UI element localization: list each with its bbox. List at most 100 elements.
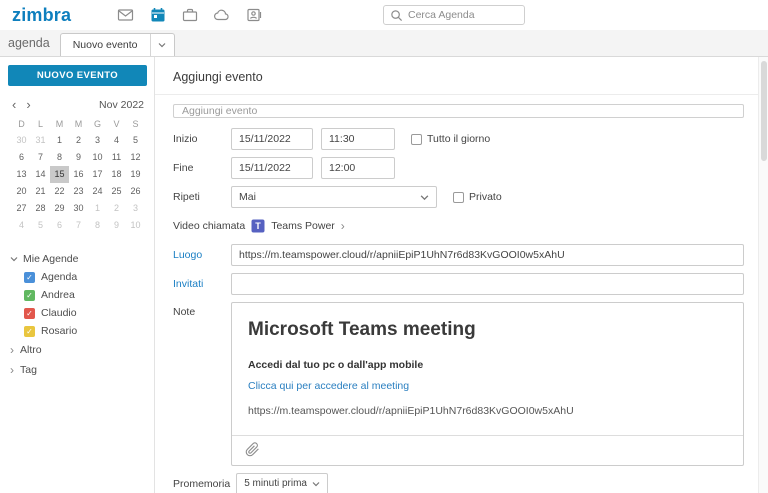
month-label: Nov 2022 xyxy=(99,99,144,111)
minical-day[interactable]: 8 xyxy=(50,149,69,166)
minical-day[interactable]: 3 xyxy=(126,200,145,217)
minical-day[interactable]: 4 xyxy=(12,217,31,234)
minical-day[interactable]: 17 xyxy=(88,166,107,183)
minical-day[interactable]: 31 xyxy=(31,132,50,149)
row-promemoria: Promemoria 5 minuti prima xyxy=(173,473,744,493)
minical-day[interactable]: 2 xyxy=(107,200,126,217)
minical-day[interactable]: 30 xyxy=(12,132,31,149)
minical-day[interactable]: 23 xyxy=(69,183,88,200)
minical-day[interactable]: 29 xyxy=(50,200,69,217)
search-input[interactable] xyxy=(408,9,518,21)
tab-nuovo-evento[interactable]: Nuovo evento xyxy=(61,34,150,56)
minical-day[interactable]: 9 xyxy=(69,149,88,166)
minical-day[interactable]: 10 xyxy=(126,217,145,234)
tag-toggle[interactable]: › Tag xyxy=(0,360,154,380)
search-box[interactable] xyxy=(383,5,525,25)
video-provider-name: Teams Power xyxy=(271,220,335,232)
minical-day[interactable]: 16 xyxy=(69,166,88,183)
paperclip-icon[interactable] xyxy=(242,441,262,457)
minical-day[interactable]: 21 xyxy=(31,183,50,200)
privato-checkbox[interactable] xyxy=(453,192,464,203)
note-body[interactable]: Microsoft Teams meeting Accedi dal tuo p… xyxy=(232,303,743,435)
minical-day[interactable]: 13 xyxy=(12,166,31,183)
calendar-icon[interactable] xyxy=(149,7,166,24)
tutto-il-giorno-option[interactable]: Tutto il giorno xyxy=(411,133,490,145)
calendar-item-rosario[interactable]: ✓Rosario xyxy=(0,322,154,340)
ripeti-select[interactable]: Mai xyxy=(231,186,437,208)
minical-day[interactable]: 26 xyxy=(126,183,145,200)
invitati-label[interactable]: Invitati xyxy=(173,278,225,290)
new-event-button[interactable]: NUOVO EVENTO xyxy=(8,65,147,86)
meeting-link[interactable]: Clicca qui per accedere al meeting xyxy=(248,380,727,392)
calendar-checkbox[interactable]: ✓ xyxy=(24,326,35,337)
calendar-checkbox[interactable]: ✓ xyxy=(24,272,35,283)
fine-date-input[interactable] xyxy=(231,157,313,179)
minical-day[interactable]: 8 xyxy=(88,217,107,234)
note-editor[interactable]: Microsoft Teams meeting Accedi dal tuo p… xyxy=(231,302,744,466)
luogo-input[interactable] xyxy=(231,244,744,266)
prev-month-button[interactable]: ‹ xyxy=(12,98,16,111)
minical-day[interactable]: 30 xyxy=(69,200,88,217)
row-luogo: Luogo xyxy=(173,244,744,266)
minical-day[interactable]: 22 xyxy=(50,183,69,200)
cloud-icon[interactable] xyxy=(213,7,230,24)
meeting-url: https://m.teamspower.cloud/r/apniiEpiP1U… xyxy=(248,405,727,417)
minical-day[interactable]: 10 xyxy=(88,149,107,166)
contacts-icon[interactable] xyxy=(245,7,262,24)
mie-agende-toggle[interactable]: Mie Agende xyxy=(0,250,154,268)
minical-day[interactable]: 3 xyxy=(88,132,107,149)
minical-day[interactable]: 9 xyxy=(107,217,126,234)
mail-icon[interactable] xyxy=(117,7,134,24)
tab-dropdown-button[interactable] xyxy=(150,34,174,56)
minical-day[interactable]: 24 xyxy=(88,183,107,200)
minical-day[interactable]: 25 xyxy=(107,183,126,200)
scrollbar-thumb[interactable] xyxy=(761,61,767,161)
minical-day[interactable]: 2 xyxy=(69,132,88,149)
minical-day[interactable]: 6 xyxy=(50,217,69,234)
zimbra-app: zimbra agenda xyxy=(0,0,768,493)
minical-day[interactable]: 6 xyxy=(12,149,31,166)
event-title-input[interactable] xyxy=(173,104,744,118)
luogo-label[interactable]: Luogo xyxy=(173,249,225,261)
minical-day[interactable]: 7 xyxy=(69,217,88,234)
privato-option[interactable]: Privato xyxy=(453,191,502,203)
tutto-il-giorno-checkbox[interactable] xyxy=(411,134,422,145)
next-month-button[interactable]: › xyxy=(26,98,30,111)
minical-day[interactable]: 14 xyxy=(31,166,50,183)
mini-calendar-grid: DLMMGVS303112345678910111213141516171819… xyxy=(12,117,144,234)
scrollbar[interactable] xyxy=(758,57,768,493)
inizio-time-input[interactable] xyxy=(321,128,395,150)
minical-day[interactable]: 20 xyxy=(12,183,31,200)
minical-day[interactable]: 12 xyxy=(126,149,145,166)
minical-day[interactable]: 19 xyxy=(126,166,145,183)
minical-day[interactable]: 28 xyxy=(31,200,50,217)
invitati-input[interactable] xyxy=(231,273,744,295)
minical-day[interactable]: 11 xyxy=(107,149,126,166)
minical-day[interactable]: 1 xyxy=(50,132,69,149)
minical-day-selected[interactable]: 15 xyxy=(50,166,69,183)
inizio-date-input[interactable] xyxy=(231,128,313,150)
row-inizio: Inizio Tutto il giorno xyxy=(173,128,744,150)
search-icon xyxy=(390,9,403,22)
briefcase-icon[interactable] xyxy=(181,7,198,24)
minical-day[interactable]: 5 xyxy=(31,217,50,234)
minical-day[interactable]: 7 xyxy=(31,149,50,166)
minical-dow: S xyxy=(126,117,145,132)
teams-power-selector[interactable]: T Teams Power › xyxy=(251,219,345,233)
calendar-item-andrea[interactable]: ✓Andrea xyxy=(0,286,154,304)
calendar-item-claudio[interactable]: ✓Claudio xyxy=(0,304,154,322)
minical-day[interactable]: 18 xyxy=(107,166,126,183)
minical-day[interactable]: 4 xyxy=(107,132,126,149)
calendar-item-agenda[interactable]: ✓Agenda xyxy=(0,268,154,286)
chevron-down-icon xyxy=(158,41,166,49)
altro-toggle[interactable]: › Altro xyxy=(0,340,154,360)
minical-day[interactable]: 27 xyxy=(12,200,31,217)
app-label-agenda[interactable]: agenda xyxy=(8,30,50,56)
calendar-checkbox[interactable]: ✓ xyxy=(24,308,35,319)
promemoria-select[interactable]: 5 minuti prima xyxy=(236,473,328,493)
minical-day[interactable]: 1 xyxy=(88,200,107,217)
minical-day[interactable]: 5 xyxy=(126,132,145,149)
chevron-down-icon xyxy=(10,255,18,263)
fine-time-input[interactable] xyxy=(321,157,395,179)
calendar-checkbox[interactable]: ✓ xyxy=(24,290,35,301)
